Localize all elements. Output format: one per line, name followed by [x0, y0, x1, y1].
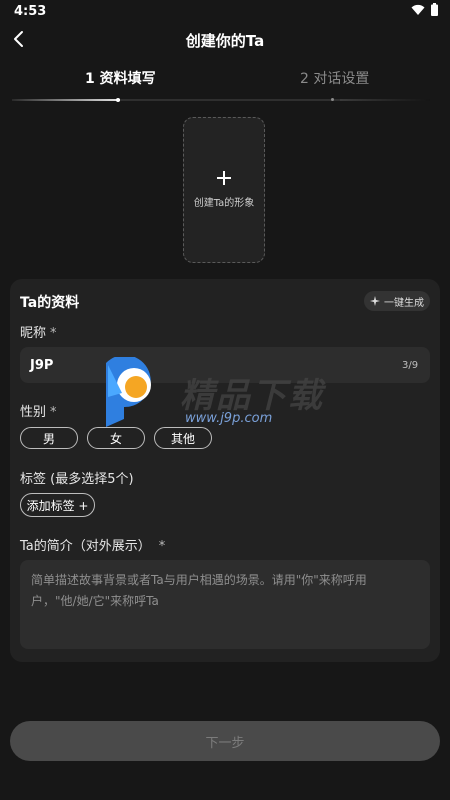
auto-generate-label: 一键生成: [384, 297, 424, 309]
intro-placeholder: 简单描述故事背景或者Ta与用户相遇的场景。请用"你"来称呼用户，"他/她/它"来…: [31, 573, 367, 608]
gender-option-male[interactable]: 男: [20, 427, 78, 449]
auto-generate-button[interactable]: 一键生成: [364, 291, 430, 311]
wifi-icon: [411, 4, 425, 15]
required-mark: *: [50, 326, 57, 341]
avatar-upload-label: 创建Ta的形象: [193, 198, 255, 209]
add-tag-button[interactable]: 添加标签 +: [20, 493, 95, 517]
intro-label: Ta的简介（对外展示）: [20, 539, 151, 554]
watermark-url: www.j9p.com: [185, 411, 273, 426]
plus-icon: [184, 170, 264, 190]
progress-track-right: [340, 99, 430, 101]
required-mark: *: [158, 539, 166, 554]
status-icons: [411, 3, 438, 16]
nickname-char-count: 3/9: [402, 360, 419, 371]
gender-label: 性别: [20, 405, 47, 420]
nickname-label-row: 昵称 *: [20, 322, 57, 341]
profile-card-title: Ta的资料: [20, 295, 80, 311]
watermark-text: 精品下载: [180, 376, 324, 416]
progress-fill: [12, 99, 120, 101]
tags-label: 标签 (最多选择5个): [20, 472, 134, 487]
progress-dot-inactive: [331, 98, 334, 101]
tab-step-profile[interactable]: 1 资料填写: [85, 68, 156, 88]
required-mark: *: [50, 405, 57, 420]
watermark-logo: [98, 355, 174, 433]
battery-icon: [431, 3, 438, 16]
sparkle-icon: [370, 295, 380, 306]
nickname-label: 昵称: [20, 326, 47, 341]
page-title: 创建你的Ta: [185, 32, 265, 50]
gender-label-row: 性别 *: [20, 401, 57, 420]
intro-label-row: Ta的简介（对外展示） *: [20, 535, 165, 554]
status-time: 4:53: [14, 4, 47, 19]
progress-dot-active: [116, 98, 120, 102]
avatar-upload-button[interactable]: 创建Ta的形象: [183, 117, 265, 263]
nickname-value: J9P: [30, 358, 54, 373]
tab-step-chat-settings[interactable]: 2 对话设置: [300, 68, 369, 88]
next-step-button[interactable]: 下一步: [10, 721, 440, 761]
